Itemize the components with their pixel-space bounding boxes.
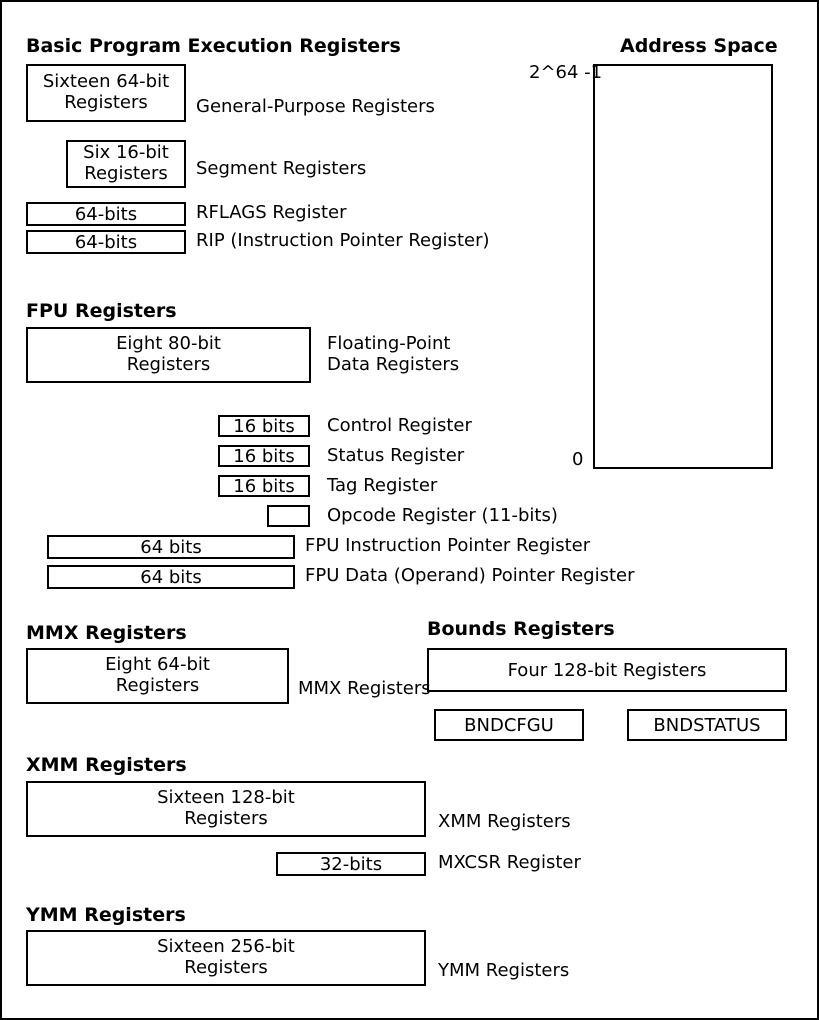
fpu-dp-box-text: 64 bits: [140, 567, 202, 588]
fpu-data-box: Eight 80-bit Registers: [26, 327, 311, 383]
rflags-box-text: 64-bits: [75, 204, 137, 225]
address-space-box: [593, 64, 773, 469]
fpu-status-box-text: 16 bits: [233, 446, 295, 467]
gpr-box: Sixteen 64-bit Registers: [26, 64, 186, 122]
rflags-label: RFLAGS Register: [196, 202, 347, 223]
fpu-ip-box-text: 64 bits: [140, 537, 202, 558]
fpu-ip-label: FPU Instruction Pointer Register: [305, 535, 590, 556]
segment-box-line1: Six 16-bit: [83, 143, 169, 164]
mmx-heading: MMX Registers: [26, 622, 187, 644]
fpu-data-label2: Data Registers: [327, 354, 459, 375]
address-space-top-label: 2^64 -1: [529, 62, 602, 83]
bounds-heading: Bounds Registers: [427, 618, 615, 640]
xmm-label: XMM Registers: [438, 811, 571, 832]
ymm-heading: YMM Registers: [26, 904, 186, 926]
rip-box-text: 64-bits: [75, 232, 137, 253]
segment-box: Six 16-bit Registers: [66, 140, 186, 188]
fpu-ip-box: 64 bits: [47, 535, 295, 559]
fpu-dp-box: 64 bits: [47, 565, 295, 589]
fpu-tag-label: Tag Register: [327, 475, 437, 496]
bounds-box-text: Four 128-bit Registers: [508, 660, 707, 681]
gpr-label: General-Purpose Registers: [196, 96, 435, 117]
diagram-frame: Address Space 2^64 -1 0 Basic Program Ex…: [0, 0, 819, 1020]
xmm-box-line2: Registers: [184, 809, 268, 830]
rflags-box: 64-bits: [26, 202, 186, 226]
bounds-box: Four 128-bit Registers: [427, 648, 787, 692]
ymm-box-line2: Registers: [184, 958, 268, 979]
fpu-tag-box: 16 bits: [218, 475, 310, 497]
fpu-status-label: Status Register: [327, 445, 464, 466]
fpu-opcode-box: [267, 505, 310, 527]
basic-heading: Basic Program Execution Registers: [26, 35, 401, 57]
rip-label: RIP (Instruction Pointer Register): [196, 230, 490, 251]
gpr-box-line2: Registers: [64, 93, 148, 114]
fpu-status-box: 16 bits: [218, 445, 310, 467]
mmx-label: MMX Registers: [298, 678, 431, 699]
fpu-data-box-line1: Eight 80-bit: [116, 334, 221, 355]
fpu-ctrl-box: 16 bits: [218, 415, 310, 437]
ymm-box: Sixteen 256-bit Registers: [26, 930, 426, 986]
fpu-ctrl-box-text: 16 bits: [233, 416, 295, 437]
ymm-label: YMM Registers: [438, 960, 569, 981]
xmm-box: Sixteen 128-bit Registers: [26, 781, 426, 837]
mxcsr-box: 32-bits: [276, 852, 426, 876]
xmm-box-line1: Sixteen 128-bit: [157, 788, 295, 809]
address-space-bottom-label: 0: [572, 449, 583, 470]
mmx-box-line2: Registers: [116, 676, 200, 697]
address-space-heading: Address Space: [620, 35, 778, 57]
bndstatus-text: BNDSTATUS: [653, 715, 760, 736]
fpu-heading: FPU Registers: [26, 300, 177, 322]
bndstatus-box: BNDSTATUS: [627, 709, 787, 741]
mxcsr-box-text: 32-bits: [320, 854, 382, 875]
mxcsr-label: MXCSR Register: [438, 852, 581, 873]
bndcfgu-box: BNDCFGU: [434, 709, 584, 741]
segment-label: Segment Registers: [196, 158, 366, 179]
fpu-dp-label: FPU Data (Operand) Pointer Register: [305, 565, 635, 586]
fpu-data-box-line2: Registers: [127, 355, 211, 376]
fpu-opcode-label: Opcode Register (11-bits): [327, 505, 558, 526]
fpu-data-label1: Floating-Point: [327, 333, 450, 354]
bndcfgu-text: BNDCFGU: [464, 715, 554, 736]
segment-box-line2: Registers: [84, 164, 168, 185]
ymm-box-line1: Sixteen 256-bit: [157, 937, 295, 958]
gpr-box-line1: Sixteen 64-bit: [43, 72, 169, 93]
fpu-tag-box-text: 16 bits: [233, 476, 295, 497]
mmx-box: Eight 64-bit Registers: [26, 648, 289, 704]
mmx-box-line1: Eight 64-bit: [105, 655, 210, 676]
fpu-ctrl-label: Control Register: [327, 415, 472, 436]
xmm-heading: XMM Registers: [26, 754, 187, 776]
rip-box: 64-bits: [26, 230, 186, 254]
